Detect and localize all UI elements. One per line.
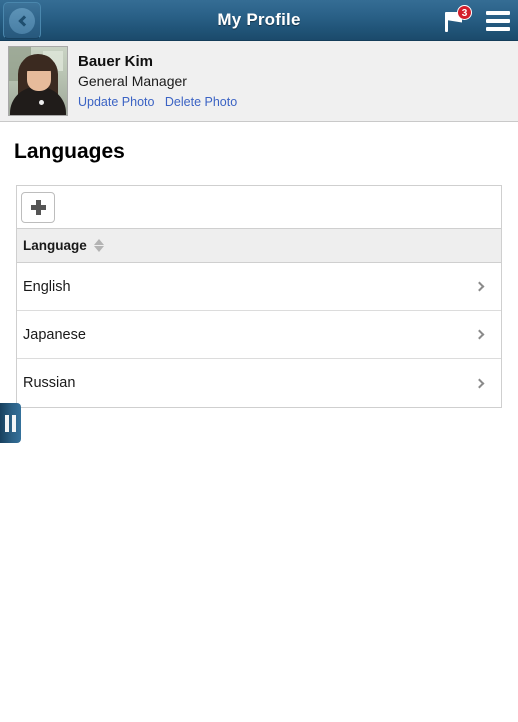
- app-header: My Profile 3: [0, 0, 518, 41]
- row-language-label: Russian: [23, 375, 76, 391]
- hamburger-line: [486, 10, 510, 15]
- hamburger-line: [486, 18, 510, 23]
- add-language-button[interactable]: [21, 191, 55, 223]
- delete-photo-link[interactable]: Delete Photo: [165, 94, 237, 110]
- profile-job-title: General Manager: [78, 72, 187, 89]
- header-actions: 3: [442, 0, 510, 41]
- chevron-right-icon: [474, 378, 485, 388]
- hamburger-line: [486, 26, 510, 31]
- avatar-hair-front: [22, 55, 54, 71]
- column-header-language: Language: [23, 238, 87, 253]
- panel-toggle-button[interactable]: [0, 403, 21, 443]
- row-language-label: English: [23, 278, 71, 295]
- notification-badge: 3: [457, 4, 472, 20]
- chevron-right-icon: [474, 329, 485, 340]
- grid-column-header[interactable]: Language: [17, 229, 501, 263]
- table-row[interactable]: Russian: [17, 359, 501, 407]
- chevron-right-icon: [474, 281, 485, 292]
- avatar[interactable]: [8, 46, 68, 116]
- avatar-lapel-pin: [39, 100, 44, 105]
- panel-toggle-icon: [5, 414, 9, 432]
- update-photo-link[interactable]: Update Photo: [78, 94, 154, 110]
- section-title: Languages: [14, 140, 125, 163]
- notifications-button[interactable]: 3: [442, 4, 472, 34]
- profile-info: Bauer Kim General Manager Update Photo D…: [78, 52, 237, 111]
- languages-grid: Language English Japanese Russian: [16, 185, 502, 408]
- table-row[interactable]: Japanese: [17, 311, 501, 359]
- profile-photo-actions: Update Photo Delete Photo: [78, 93, 237, 111]
- sort-diamond-icon[interactable]: [93, 239, 105, 252]
- profile-name: Bauer Kim: [78, 52, 154, 70]
- grid-toolbar: [17, 186, 501, 229]
- app-screen: My Profile 3 Bauer Kim General Manager U…: [0, 0, 518, 722]
- profile-banner: Bauer Kim General Manager Update Photo D…: [0, 41, 518, 122]
- page-title: My Profile: [217, 10, 301, 29]
- plus-icon: [30, 199, 46, 215]
- row-language-label: Japanese: [23, 326, 86, 343]
- table-row[interactable]: English: [17, 263, 501, 311]
- hamburger-menu-icon[interactable]: [486, 10, 510, 31]
- panel-toggle-icon: [12, 414, 16, 432]
